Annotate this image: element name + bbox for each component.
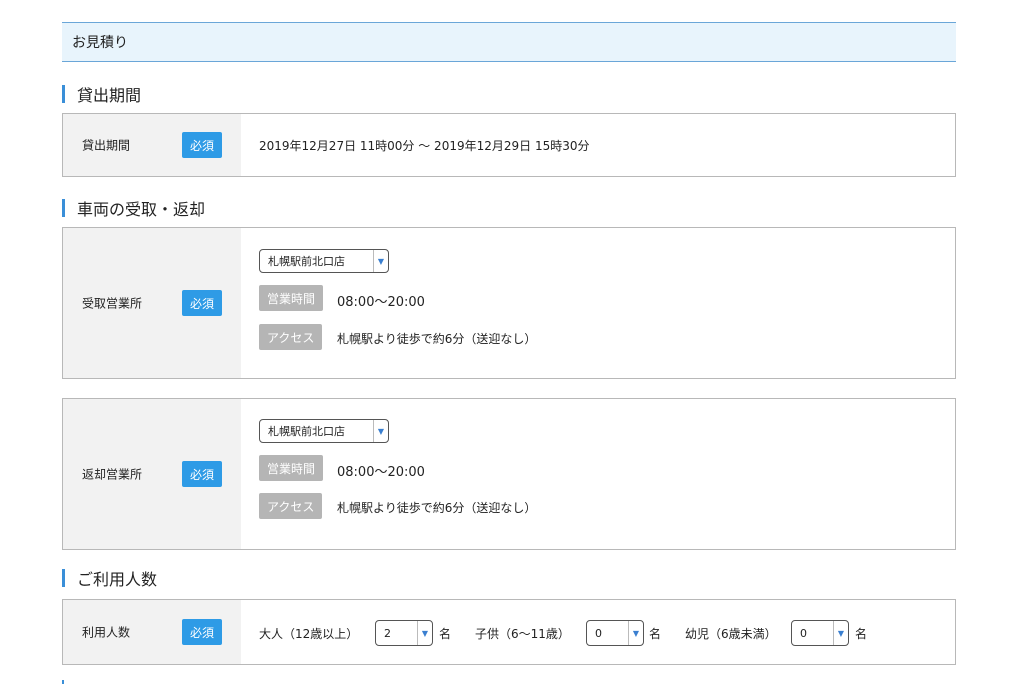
chevron-down-icon: ▼	[833, 621, 848, 645]
select-value: 2	[384, 626, 391, 640]
chevron-down-icon: ▼	[373, 420, 388, 442]
return-office-select[interactable]: 札幌駅前北口店 ▼	[259, 419, 389, 443]
chevron-down-icon: ▼	[417, 621, 432, 645]
infant-unit: 名	[855, 627, 868, 641]
section-title-people: ご利用人数	[62, 567, 157, 589]
section-marker	[62, 199, 65, 217]
section-title-period: 貸出期間	[62, 83, 141, 105]
pickup-label-cell: 受取営業所 必須	[63, 228, 241, 378]
estimate-header: お見積り	[62, 22, 956, 62]
return-content: 札幌駅前北口店 ▼ 営業時間 08:00〜20:00 アクセス 札幌駅より徒歩で…	[241, 399, 955, 549]
hours-tag: 営業時間	[259, 285, 324, 311]
pickup-content: 札幌駅前北口店 ▼ 営業時間 08:00〜20:00 アクセス 札幌駅より徒歩で…	[241, 228, 955, 378]
people-content: 大人（12歳以上） 2 ▼ 名 子供（6〜11歳） 0 ▼ 名 幼児（6歳未満）…	[241, 600, 955, 664]
pickup-label: 受取営業所	[82, 296, 143, 311]
infant-label: 幼児（6歳未満）	[685, 627, 777, 641]
return-label-cell: 返却営業所 必須	[63, 399, 241, 549]
select-value: 0	[595, 626, 602, 640]
section-title-text: ご利用人数	[77, 570, 158, 589]
chevron-down-icon: ▼	[628, 621, 643, 645]
pickup-panel: 受取営業所 必須 札幌駅前北口店 ▼ 営業時間 08:00〜20:00 アクセス…	[62, 227, 956, 379]
period-label-cell: 貸出期間 必須	[63, 114, 241, 176]
return-panel: 返却営業所 必須 札幌駅前北口店 ▼ 営業時間 08:00〜20:00 アクセス…	[62, 398, 956, 550]
section-title-vehicle: 車両の受取・返却	[62, 197, 205, 219]
period-content: 2019年12月27日 11時00分 〜 2019年12月29日 15時30分	[241, 114, 955, 176]
select-value: 札幌駅前北口店	[268, 425, 345, 438]
child-count-select[interactable]: 0 ▼	[586, 620, 644, 646]
adult-count-select[interactable]: 2 ▼	[375, 620, 433, 646]
required-badge: 必須	[182, 619, 222, 645]
period-value: 2019年12月27日 11時00分 〜 2019年12月29日 15時30分	[259, 139, 590, 153]
section-title-text: 貸出期間	[77, 86, 142, 105]
hours-value: 08:00〜20:00	[337, 465, 425, 480]
people-label: 利用人数	[82, 625, 131, 640]
select-value: 0	[800, 626, 807, 640]
required-badge: 必須	[182, 461, 222, 487]
child-unit: 名	[649, 627, 662, 641]
hours-tag: 営業時間	[259, 455, 324, 481]
hours-value: 08:00〜20:00	[337, 295, 425, 310]
pickup-office-select[interactable]: 札幌駅前北口店 ▼	[259, 249, 389, 273]
people-label-cell: 利用人数 必須	[63, 600, 241, 664]
required-badge: 必須	[182, 290, 222, 316]
section-marker	[62, 680, 64, 684]
access-tag: アクセス	[259, 324, 323, 350]
access-value: 札幌駅より徒歩で約6分（送迎なし）	[337, 332, 537, 346]
estimate-title: お見積り	[72, 35, 128, 51]
required-badge: 必須	[182, 132, 222, 158]
adult-label: 大人（12歳以上）	[259, 627, 359, 641]
period-panel: 貸出期間 必須 2019年12月27日 11時00分 〜 2019年12月29日…	[62, 113, 956, 177]
adult-unit: 名	[439, 627, 452, 641]
infant-count-select[interactable]: 0 ▼	[791, 620, 849, 646]
section-title-text: 車両の受取・返却	[77, 200, 206, 219]
period-label: 貸出期間	[82, 138, 131, 153]
child-label: 子供（6〜11歳）	[475, 627, 570, 641]
return-label: 返却営業所	[82, 467, 143, 482]
section-marker	[62, 85, 65, 103]
section-marker	[62, 569, 65, 587]
access-value: 札幌駅より徒歩で約6分（送迎なし）	[337, 501, 537, 515]
access-tag: アクセス	[259, 493, 323, 519]
select-value: 札幌駅前北口店	[268, 255, 345, 268]
people-panel: 利用人数 必須 大人（12歳以上） 2 ▼ 名 子供（6〜11歳） 0 ▼ 名 …	[62, 599, 956, 665]
chevron-down-icon: ▼	[373, 250, 388, 272]
